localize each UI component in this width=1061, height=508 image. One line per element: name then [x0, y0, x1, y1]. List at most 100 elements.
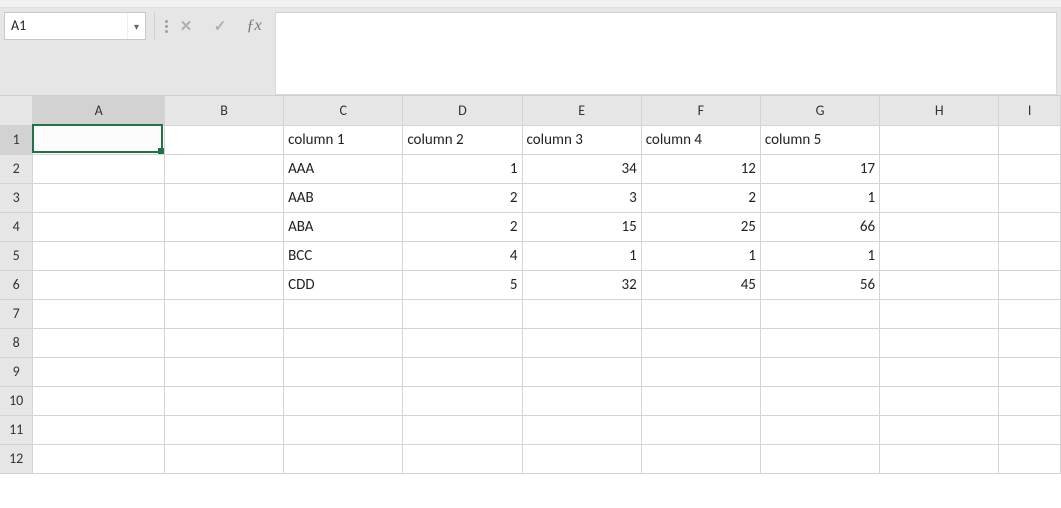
cell-D12[interactable] [403, 444, 522, 473]
cell-G2[interactable]: 17 [760, 154, 879, 183]
cell-D9[interactable] [403, 357, 522, 386]
row-header-1[interactable]: 1 [0, 125, 33, 154]
cell-I12[interactable] [999, 444, 1061, 473]
spreadsheet-grid[interactable]: ABCDEFGHI1column 1column 2column 3column… [0, 96, 1061, 474]
cell-A9[interactable] [33, 357, 165, 386]
cell-D1[interactable]: column 2 [403, 125, 522, 154]
cell-D10[interactable] [403, 386, 522, 415]
cell-B11[interactable] [164, 415, 283, 444]
column-header-F[interactable]: F [641, 96, 760, 125]
cell-G6[interactable]: 56 [760, 270, 879, 299]
row-header-8[interactable]: 8 [0, 328, 33, 357]
cell-F3[interactable]: 2 [641, 183, 760, 212]
cell-E4[interactable]: 15 [522, 212, 641, 241]
cell-I11[interactable] [999, 415, 1061, 444]
cell-B10[interactable] [164, 386, 283, 415]
cell-G10[interactable] [760, 386, 879, 415]
cell-C9[interactable] [284, 357, 403, 386]
cell-I10[interactable] [999, 386, 1061, 415]
cell-D8[interactable] [403, 328, 522, 357]
cell-I4[interactable] [999, 212, 1061, 241]
cell-E11[interactable] [522, 415, 641, 444]
cell-A5[interactable] [33, 241, 165, 270]
cell-C2[interactable]: AAA [284, 154, 403, 183]
cell-B9[interactable] [164, 357, 283, 386]
cell-C10[interactable] [284, 386, 403, 415]
formula-input[interactable] [276, 13, 1056, 94]
row-header-7[interactable]: 7 [0, 299, 33, 328]
cell-C6[interactable]: CDD [284, 270, 403, 299]
cell-A12[interactable] [33, 444, 165, 473]
cell-F6[interactable]: 45 [641, 270, 760, 299]
cell-F11[interactable] [641, 415, 760, 444]
cell-G9[interactable] [760, 357, 879, 386]
cell-G11[interactable] [760, 415, 879, 444]
cell-F4[interactable]: 25 [641, 212, 760, 241]
cell-H6[interactable] [880, 270, 999, 299]
cell-H10[interactable] [880, 386, 999, 415]
name-box[interactable]: A1 ▾ [4, 12, 146, 40]
cell-A11[interactable] [33, 415, 165, 444]
cell-A10[interactable] [33, 386, 165, 415]
row-header-4[interactable]: 4 [0, 212, 33, 241]
cell-A3[interactable] [33, 183, 165, 212]
cell-B4[interactable] [164, 212, 283, 241]
cell-C7[interactable] [284, 299, 403, 328]
cell-G12[interactable] [760, 444, 879, 473]
cell-D11[interactable] [403, 415, 522, 444]
cell-H12[interactable] [880, 444, 999, 473]
column-header-C[interactable]: C [284, 96, 403, 125]
cell-B6[interactable] [164, 270, 283, 299]
cell-H7[interactable] [880, 299, 999, 328]
insert-function-button[interactable]: ƒx [237, 12, 271, 40]
cell-C1[interactable]: column 1 [284, 125, 403, 154]
cell-B1[interactable] [164, 125, 283, 154]
cell-F8[interactable] [641, 328, 760, 357]
select-all-corner[interactable] [0, 96, 33, 125]
cell-I6[interactable] [999, 270, 1061, 299]
cell-G7[interactable] [760, 299, 879, 328]
cell-E3[interactable]: 3 [522, 183, 641, 212]
cell-D4[interactable]: 2 [403, 212, 522, 241]
cell-F5[interactable]: 1 [641, 241, 760, 270]
cell-F9[interactable] [641, 357, 760, 386]
row-header-2[interactable]: 2 [0, 154, 33, 183]
cell-E9[interactable] [522, 357, 641, 386]
cell-E8[interactable] [522, 328, 641, 357]
cell-A2[interactable] [33, 154, 165, 183]
row-header-6[interactable]: 6 [0, 270, 33, 299]
cell-I5[interactable] [999, 241, 1061, 270]
cell-G1[interactable]: column 5 [760, 125, 879, 154]
cell-G5[interactable]: 1 [760, 241, 879, 270]
column-header-H[interactable]: H [880, 96, 999, 125]
column-header-D[interactable]: D [403, 96, 522, 125]
cell-B2[interactable] [164, 154, 283, 183]
cell-C4[interactable]: ABA [284, 212, 403, 241]
row-header-9[interactable]: 9 [0, 357, 33, 386]
cell-H4[interactable] [880, 212, 999, 241]
cell-F1[interactable]: column 4 [641, 125, 760, 154]
cell-I1[interactable] [999, 125, 1061, 154]
cell-A6[interactable] [33, 270, 165, 299]
cell-H5[interactable] [880, 241, 999, 270]
cell-A8[interactable] [33, 328, 165, 357]
cell-C8[interactable] [284, 328, 403, 357]
column-header-B[interactable]: B [164, 96, 283, 125]
column-header-I[interactable]: I [999, 96, 1061, 125]
cell-F2[interactable]: 12 [641, 154, 760, 183]
cell-C3[interactable]: AAB [284, 183, 403, 212]
cell-C11[interactable] [284, 415, 403, 444]
name-box-dropdown-icon[interactable]: ▾ [127, 13, 145, 39]
cell-B8[interactable] [164, 328, 283, 357]
cell-H3[interactable] [880, 183, 999, 212]
column-header-G[interactable]: G [760, 96, 879, 125]
cell-F12[interactable] [641, 444, 760, 473]
row-header-3[interactable]: 3 [0, 183, 33, 212]
cell-B12[interactable] [164, 444, 283, 473]
cell-H2[interactable] [880, 154, 999, 183]
row-header-11[interactable]: 11 [0, 415, 33, 444]
cell-E6[interactable]: 32 [522, 270, 641, 299]
cell-E2[interactable]: 34 [522, 154, 641, 183]
cell-B3[interactable] [164, 183, 283, 212]
cell-E7[interactable] [522, 299, 641, 328]
